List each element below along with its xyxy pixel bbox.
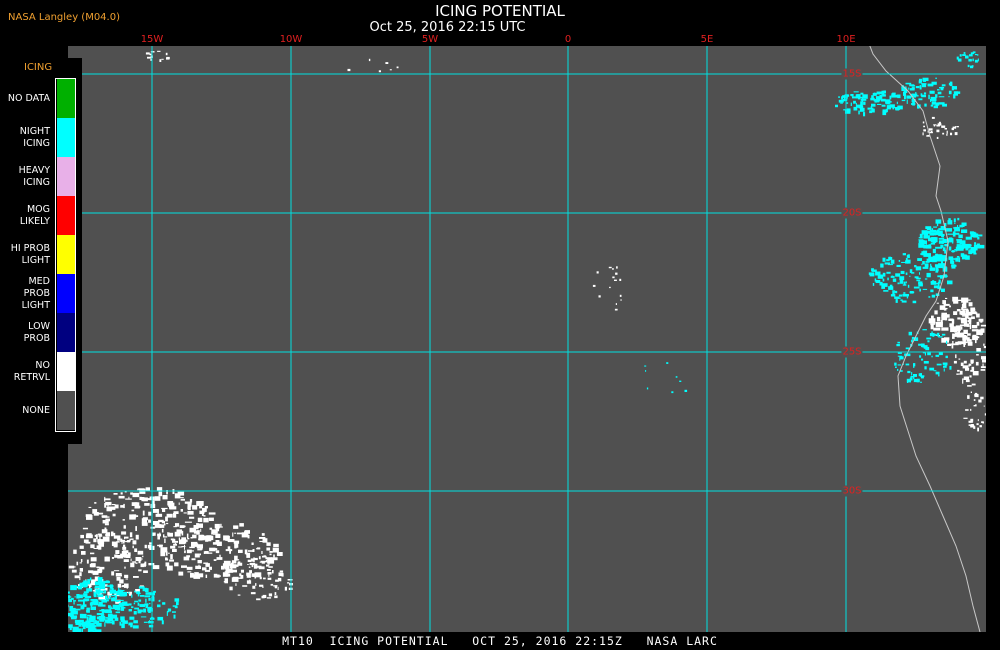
icing-map [68,46,986,632]
longitude-label: 10E [836,34,856,45]
longitude-label: 15W [140,34,164,45]
map-subtitle: Oct 25, 2016 22:15 UTC [369,20,526,35]
latitude-label: 20S [841,207,863,219]
legend-item-label: NO RETRVL [13,359,50,383]
longitude-label: 5E [700,34,714,45]
legend-item-label: NO DATA [7,92,50,104]
longitude-label: 5W [421,34,439,45]
legend-item-label: MOG LIKELY [19,203,50,227]
legend-item-label: LOW PROB [23,320,50,344]
longitude-label: 0 [564,34,572,45]
latitude-label: 25S [841,346,863,358]
legend-item-label: NIGHT ICING [19,125,50,149]
footer-caption: MT10 ICING POTENTIAL OCT 25, 2016 22:15Z… [282,634,718,648]
legend-item-label: NONE [22,404,50,416]
map-background [68,46,986,632]
longitude-label: 10W [279,34,303,45]
legend-item-label: MED PROB LIGHT [21,275,50,311]
map-title: ICING POTENTIAL [435,2,565,20]
latitude-label: 30S [841,485,863,497]
legend-item-label: HI PROB LIGHT [10,242,50,266]
legend-item-label: HEAVY ICING [18,164,50,188]
latitude-label: 15S [841,68,863,80]
legend-frame [55,78,76,432]
legend-title: ICING [24,62,53,73]
